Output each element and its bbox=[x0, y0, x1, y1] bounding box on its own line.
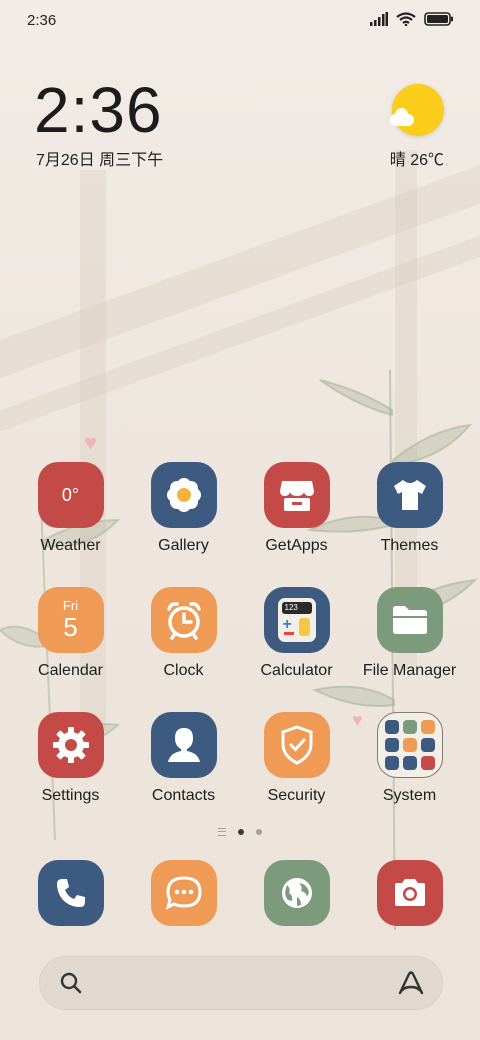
app-label: Security bbox=[267, 787, 326, 804]
calendar-day: Fri bbox=[62, 598, 79, 613]
app-label: System bbox=[382, 787, 437, 804]
app-label: Gallery bbox=[158, 537, 209, 554]
app-settings[interactable]: Settings bbox=[14, 712, 127, 805]
person-icon bbox=[150, 712, 217, 778]
flower-icon bbox=[150, 462, 217, 528]
dock-messages[interactable] bbox=[127, 860, 240, 926]
app-label: File Manager bbox=[362, 662, 457, 679]
alarm-clock-icon bbox=[150, 587, 217, 653]
shield-icon bbox=[263, 712, 330, 778]
app-contacts[interactable]: Contacts bbox=[127, 712, 240, 805]
calendar-app-icon: Fri 5 bbox=[37, 587, 104, 653]
phone-icon bbox=[37, 860, 104, 926]
wifi-icon bbox=[396, 12, 416, 26]
search-bar[interactable] bbox=[39, 956, 443, 1010]
app-label: Contacts bbox=[151, 787, 216, 804]
page-dot-active[interactable] bbox=[238, 829, 244, 835]
browser-icon bbox=[263, 860, 330, 926]
weather-app-icon: 0° bbox=[37, 462, 104, 528]
dock-camera[interactable] bbox=[353, 860, 466, 926]
folder-icon bbox=[376, 587, 443, 653]
app-themes[interactable]: Themes bbox=[353, 462, 466, 555]
app-calculator[interactable]: 123 + Calculator bbox=[240, 587, 353, 680]
calculator-display: 123 bbox=[281, 602, 312, 614]
weather-app-temp: 0° bbox=[61, 484, 80, 505]
app-label: Settings bbox=[41, 787, 100, 804]
status-icons bbox=[370, 12, 454, 26]
app-security[interactable]: Security bbox=[240, 712, 353, 805]
battery-icon bbox=[424, 12, 453, 26]
assistant-icon[interactable] bbox=[397, 970, 425, 996]
app-label: GetApps bbox=[265, 537, 328, 554]
app-drawer-indicator-icon[interactable] bbox=[218, 828, 226, 836]
status-time: 2:36 bbox=[27, 12, 57, 29]
tshirt-icon bbox=[376, 462, 443, 528]
messages-icon bbox=[150, 860, 217, 926]
folder-system[interactable]: System bbox=[353, 712, 466, 805]
app-calendar[interactable]: Fri 5 Calendar bbox=[14, 587, 127, 680]
weather-widget-text: 晴 26℃ bbox=[389, 152, 444, 169]
app-weather[interactable]: 0° Weather bbox=[14, 462, 127, 555]
app-label: Themes bbox=[380, 537, 439, 554]
app-getapps[interactable]: GetApps bbox=[240, 462, 353, 555]
dock-browser[interactable] bbox=[240, 860, 353, 926]
camera-icon bbox=[376, 860, 443, 926]
page-dot[interactable] bbox=[256, 829, 262, 835]
app-file-manager[interactable]: File Manager bbox=[353, 587, 466, 680]
signal-icon bbox=[370, 12, 388, 26]
app-label: Calculator bbox=[260, 662, 333, 679]
clock-widget-time[interactable]: 2:36 bbox=[34, 78, 163, 142]
clock-widget-date: 7月26日 周三下午 bbox=[36, 152, 164, 169]
app-label: Clock bbox=[163, 662, 204, 679]
status-bar: 2:36 bbox=[0, 0, 480, 44]
app-clock[interactable]: Clock bbox=[127, 587, 240, 680]
gear-icon bbox=[37, 712, 104, 778]
page-indicator[interactable] bbox=[0, 828, 480, 836]
dock-phone[interactable] bbox=[14, 860, 127, 926]
store-icon bbox=[263, 462, 330, 528]
search-icon[interactable] bbox=[59, 971, 83, 995]
app-label: Weather bbox=[40, 537, 101, 554]
folder-system-icon bbox=[376, 712, 443, 778]
cloud-icon bbox=[390, 108, 414, 126]
calendar-date: 5 bbox=[63, 612, 78, 642]
heart-decoration-icon: ♥ bbox=[84, 430, 98, 455]
app-gallery[interactable]: Gallery bbox=[127, 462, 240, 555]
calculator-icon: 123 + bbox=[263, 587, 330, 653]
app-label: Calendar bbox=[38, 662, 103, 679]
